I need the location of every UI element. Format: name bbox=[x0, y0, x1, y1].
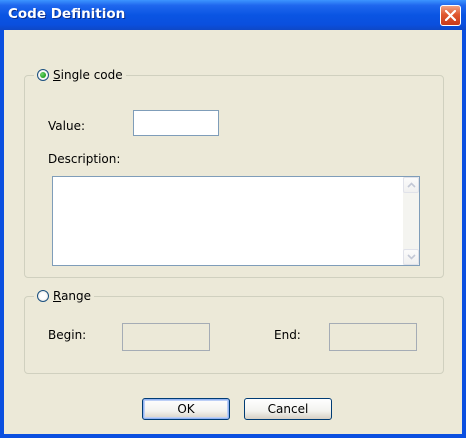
range-radio[interactable]: Range bbox=[34, 289, 95, 303]
range-radio-label: Range bbox=[53, 289, 92, 303]
end-input[interactable] bbox=[329, 323, 417, 351]
ok-button[interactable]: OK bbox=[142, 398, 230, 420]
description-textarea[interactable] bbox=[52, 176, 420, 266]
description-scrollbar[interactable] bbox=[403, 177, 419, 265]
dialog-title: Code Definition bbox=[8, 6, 126, 22]
begin-input[interactable] bbox=[122, 323, 210, 351]
single-code-radio-indicator[interactable] bbox=[37, 69, 49, 81]
close-button[interactable] bbox=[440, 5, 461, 26]
range-radio-indicator[interactable] bbox=[37, 290, 49, 302]
title-bar[interactable]: Code Definition bbox=[0, 0, 466, 30]
single-code-radio[interactable]: Single code bbox=[34, 68, 126, 82]
description-label: Description: bbox=[48, 152, 121, 166]
scroll-up-button[interactable] bbox=[403, 177, 419, 193]
begin-label: Begin: bbox=[48, 328, 87, 342]
code-definition-dialog: Code Definition Single code Value: Descr… bbox=[0, 0, 466, 438]
chevron-up-icon bbox=[407, 182, 416, 188]
close-icon bbox=[445, 10, 456, 21]
end-label: End: bbox=[274, 328, 301, 342]
value-input[interactable] bbox=[133, 110, 219, 136]
single-code-radio-label: Single code bbox=[53, 68, 123, 82]
cancel-button[interactable]: Cancel bbox=[244, 398, 332, 420]
scroll-down-button[interactable] bbox=[403, 249, 419, 265]
dialog-body: Single code Value: Description: Range Be… bbox=[4, 30, 462, 434]
chevron-down-icon bbox=[407, 254, 416, 260]
value-label: Value: bbox=[48, 119, 85, 133]
